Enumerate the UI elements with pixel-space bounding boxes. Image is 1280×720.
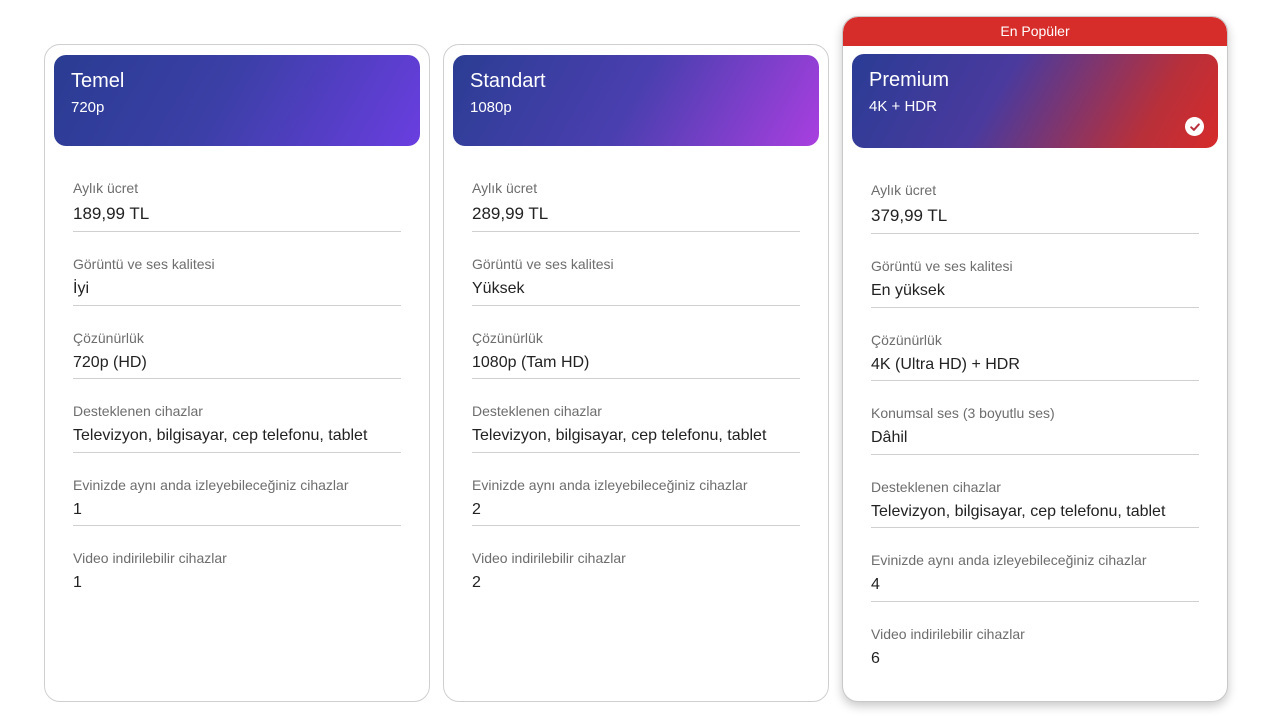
plan-resolution: 720p [71,99,105,116]
feature-value: Televizyon, bilgisayar, cep telefonu, ta… [472,427,767,444]
feature-simultaneous-streams: Evinizde aynı anda izleyebileceğiniz cih… [73,453,401,526]
feature-value: 1 [73,500,82,518]
feature-value: 6 [871,649,880,667]
plan-card-basic[interactable]: Temel 720p Aylık ücret 189,99 TL Görüntü… [44,44,430,702]
plan-header: Temel 720p [54,55,420,146]
feature-spatial-audio: Konumsal ses (3 boyutlu ses) Dâhil [871,381,1199,455]
feature-label: Aylık ücret [871,182,937,198]
feature-monthly-price: Aylık ücret 379,99 TL [871,182,1199,234]
feature-download-devices: Video indirilebilir cihazlar 1 [73,526,401,600]
feature-label: Evinizde aynı anda izleyebileceğiniz cih… [871,552,1147,568]
feature-resolution: Çözünürlük 720p (HD) [73,306,401,379]
feature-label: Video indirilebilir cihazlar [871,625,1025,642]
feature-label: Desteklenen cihazlar [871,478,1001,495]
check-icon [1185,117,1204,136]
feature-label: Çözünürlük [472,329,543,346]
feature-label: Aylık ücret [472,180,538,196]
feature-list: Aylık ücret 289,99 TL Görüntü ve ses kal… [444,180,828,600]
plan-header: Standart 1080p [453,55,819,146]
feature-value: 2 [472,574,481,591]
plan-name: Standart [470,70,546,92]
feature-value: 289,99 TL [472,204,549,223]
feature-label: Aylık ücret [73,180,139,196]
feature-value: 1080p (Tam HD) [472,353,590,371]
plan-card-premium[interactable]: En Popüler Premium 4K + HDR Aylık ücret … [842,16,1228,702]
feature-label: Desteklenen cihazlar [73,403,203,419]
feature-list: Aylık ücret 189,99 TL Görüntü ve ses kal… [45,180,429,600]
feature-value: 379,99 TL [871,206,948,225]
plan-name: Temel [71,70,125,92]
feature-value: İyi [73,280,89,297]
feature-label: Görüntü ve ses kalitesi [871,258,1013,274]
feature-label: Evinizde aynı anda izleyebileceğiniz cih… [472,476,748,493]
feature-quality: Görüntü ve ses kalitesi En yüksek [871,234,1199,308]
feature-value: 4K (Ultra HD) + HDR [871,355,1020,373]
feature-simultaneous-streams: Evinizde aynı anda izleyebileceğiniz cih… [472,453,800,526]
feature-download-devices: Video indirilebilir cihazlar 2 [472,526,800,600]
plan-resolution: 1080p [470,99,512,116]
plan-card-standard[interactable]: Standart 1080p Aylık ücret 289,99 TL Gör… [443,44,829,702]
feature-quality: Görüntü ve ses kalitesi İyi [73,232,401,306]
feature-label: Video indirilebilir cihazlar [73,550,227,566]
feature-quality: Görüntü ve ses kalitesi Yüksek [472,232,800,306]
feature-value: Televizyon, bilgisayar, cep telefonu, ta… [871,502,1166,520]
feature-devices: Desteklenen cihazlar Televizyon, bilgisa… [871,455,1199,528]
feature-simultaneous-streams: Evinizde aynı anda izleyebileceğiniz cih… [871,528,1199,602]
feature-label: Çözünürlük [871,331,942,348]
feature-label: Görüntü ve ses kalitesi [73,256,215,272]
feature-label: Çözünürlük [73,329,144,346]
feature-label: Görüntü ve ses kalitesi [472,256,614,272]
feature-value: 720p (HD) [73,353,147,371]
feature-value: 4 [871,576,880,593]
feature-label: Video indirilebilir cihazlar [472,550,626,566]
plan-name: Premium [869,69,950,91]
feature-label: Desteklenen cihazlar [472,403,602,419]
feature-download-devices: Video indirilebilir cihazlar 6 [871,602,1199,676]
feature-value: Yüksek [472,280,525,297]
feature-value: Televizyon, bilgisayar, cep telefonu, ta… [73,427,368,444]
popular-badge: En Popüler [843,17,1227,46]
feature-resolution: Çözünürlük 1080p (Tam HD) [472,306,800,379]
feature-devices: Desteklenen cihazlar Televizyon, bilgisa… [472,379,800,453]
feature-resolution: Çözünürlük 4K (Ultra HD) + HDR [871,308,1199,381]
feature-value: 189,99 TL [73,204,150,223]
feature-label: Konumsal ses (3 boyutlu ses) [871,405,1055,421]
plan-header: Premium 4K + HDR [852,54,1218,148]
feature-value: Dâhil [871,429,908,446]
plan-resolution: 4K + HDR [869,98,937,115]
feature-list: Aylık ücret 379,99 TL Görüntü ve ses kal… [843,182,1227,675]
feature-monthly-price: Aylık ücret 189,99 TL [73,180,401,232]
feature-monthly-price: Aylık ücret 289,99 TL [472,180,800,232]
feature-value: En yüksek [871,282,945,299]
feature-label: Evinizde aynı anda izleyebileceğiniz cih… [73,476,349,493]
feature-devices: Desteklenen cihazlar Televizyon, bilgisa… [73,379,401,453]
feature-value: 1 [73,574,82,591]
feature-value: 2 [472,500,481,518]
